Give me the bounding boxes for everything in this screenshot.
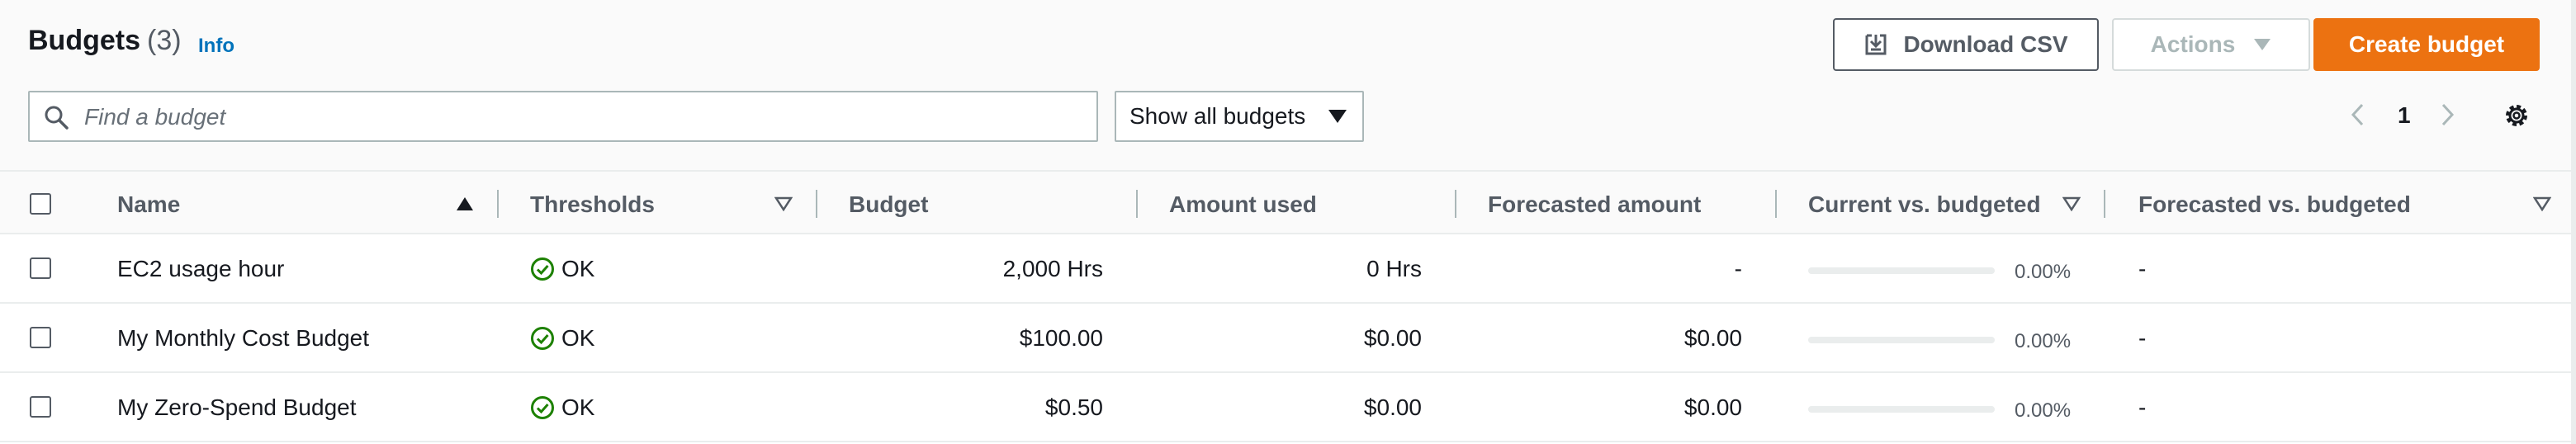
column-header-forecasted-vs-budgeted[interactable]: Forecasted vs. budgeted xyxy=(2138,191,2411,218)
chevron-right-icon[interactable] xyxy=(2441,102,2455,127)
download-icon xyxy=(1863,32,1888,57)
current-vs-budgeted-percent: 0.00% xyxy=(2015,330,2072,352)
current-vs-budgeted-percent: 0.00% xyxy=(2015,399,2072,422)
sort-indicator-icon[interactable] xyxy=(2533,196,2551,211)
row-checkbox[interactable] xyxy=(30,257,51,279)
budget-count: (3) xyxy=(147,25,182,56)
budget-name-link[interactable]: EC2 usage hour xyxy=(117,256,284,282)
search-input[interactable] xyxy=(83,99,1077,135)
create-budget-button[interactable]: Create budget xyxy=(2313,18,2540,71)
actions-dropdown[interactable]: Actions xyxy=(2112,18,2310,71)
amount-used-value: $0.00 xyxy=(1363,325,1422,351)
budget-value: 2,000 Hrs xyxy=(1002,256,1103,281)
column-divider[interactable] xyxy=(1775,190,1777,218)
forecasted-vs-budgeted-value: - xyxy=(2138,394,2147,420)
forecasted-amount-value: - xyxy=(1734,256,1742,281)
sort-indicator-icon[interactable] xyxy=(774,196,793,211)
threshold-status-label: OK xyxy=(561,256,595,281)
forecasted-vs-budgeted-value: - xyxy=(2138,325,2147,351)
download-csv-button[interactable]: Download CSV xyxy=(1833,18,2099,71)
threshold-status-label: OK xyxy=(561,394,595,420)
current-vs-budgeted-progress-bar xyxy=(1808,406,1995,413)
column-divider[interactable] xyxy=(1455,190,1456,218)
search-box[interactable] xyxy=(28,91,1098,142)
column-header-forecasted-amount[interactable]: Forecasted amount xyxy=(1488,191,1701,218)
budget-value: $100.00 xyxy=(1019,325,1103,351)
threshold-status: OK xyxy=(530,256,594,282)
check-circle-icon xyxy=(530,326,555,351)
table-row: EC2 usage hour OK 2,000 Hrs 0 Hrs - 0.00… xyxy=(0,234,2571,304)
column-header-budget[interactable]: Budget xyxy=(849,191,928,218)
column-header-thresholds[interactable]: Thresholds xyxy=(530,191,655,218)
check-circle-icon xyxy=(530,257,555,281)
row-checkbox[interactable] xyxy=(30,327,51,348)
column-divider[interactable] xyxy=(816,190,817,218)
budget-name-link[interactable]: My Zero-Spend Budget xyxy=(117,394,357,421)
budget-name-link[interactable]: My Monthly Cost Budget xyxy=(117,325,369,352)
amount-used-value: $0.00 xyxy=(1363,394,1422,420)
forecasted-amount-value: $0.00 xyxy=(1683,325,1742,351)
select-all-checkbox[interactable] xyxy=(30,193,51,215)
column-divider[interactable] xyxy=(497,190,499,218)
sort-indicator-icon[interactable] xyxy=(2062,196,2081,211)
create-budget-label: Create budget xyxy=(2348,31,2505,57)
current-vs-budgeted-progress-bar xyxy=(1808,337,1995,343)
column-divider[interactable] xyxy=(1136,190,1138,218)
row-checkbox[interactable] xyxy=(30,396,51,418)
search-icon xyxy=(43,104,69,130)
threshold-status-label: OK xyxy=(561,325,595,351)
budget-value: $0.50 xyxy=(1044,394,1103,420)
column-header-amount-used[interactable]: Amount used xyxy=(1169,191,1317,218)
forecasted-vs-budgeted-value: - xyxy=(2138,256,2147,281)
caret-down-icon xyxy=(2253,38,2271,51)
threshold-status: OK xyxy=(530,325,594,352)
download-csv-label: Download CSV xyxy=(1903,31,2068,57)
right-edge-border xyxy=(2571,0,2576,444)
column-divider[interactable] xyxy=(2104,190,2105,218)
info-link[interactable]: Info xyxy=(198,35,234,58)
caret-down-icon xyxy=(1328,109,1347,124)
sort-ascending-icon[interactable] xyxy=(456,196,474,211)
forecasted-amount-value: $0.00 xyxy=(1683,394,1742,420)
current-vs-budgeted-progress-bar xyxy=(1808,267,1995,274)
chevron-left-icon[interactable] xyxy=(2350,102,2365,127)
table-row: My Zero-Spend Budget OK $0.50 $0.00 $0.0… xyxy=(0,373,2571,442)
current-vs-budgeted-percent: 0.00% xyxy=(2015,261,2072,283)
table-row: My Monthly Cost Budget OK $100.00 $0.00 … xyxy=(0,304,2571,373)
threshold-status: OK xyxy=(530,394,594,421)
page-title: Budgets (3) xyxy=(28,25,182,57)
column-header-current-vs-budgeted[interactable]: Current vs. budgeted xyxy=(1808,191,2041,218)
amount-used-value: 0 Hrs xyxy=(1366,256,1422,281)
table-header-row: Name Thresholds Budget Amount used Forec… xyxy=(0,170,2571,234)
current-page-number[interactable]: 1 xyxy=(2398,102,2411,129)
actions-label: Actions xyxy=(2150,31,2236,57)
page-title-text: Budgets xyxy=(28,25,140,56)
budget-filter-select[interactable]: Show all budgets xyxy=(1115,91,1364,142)
budget-filter-value: Show all budgets xyxy=(1129,103,1306,129)
check-circle-icon xyxy=(530,395,555,420)
column-header-name[interactable]: Name xyxy=(117,191,180,218)
gear-icon[interactable] xyxy=(2503,102,2530,129)
